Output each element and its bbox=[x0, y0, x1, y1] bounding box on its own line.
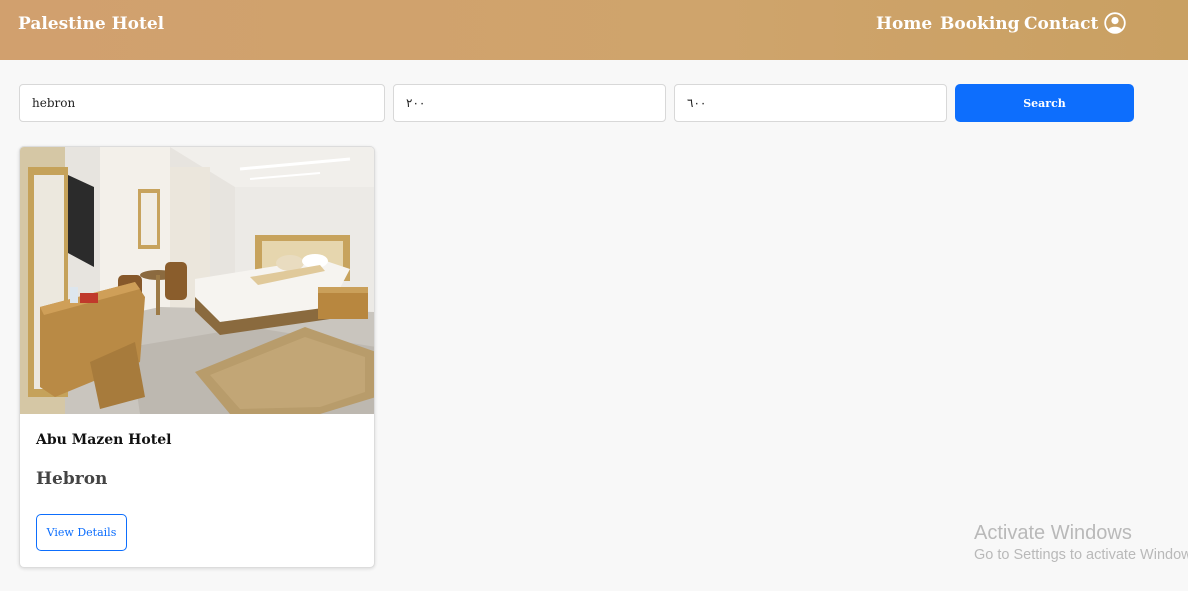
hotel-room-photo bbox=[20, 147, 374, 414]
nav-link-booking[interactable]: Booking bbox=[940, 14, 1020, 34]
hotel-city: Hebron bbox=[36, 469, 108, 489]
hotel-card: Abu Mazen Hotel Hebron View Details bbox=[19, 146, 375, 568]
hotel-name: Abu Mazen Hotel bbox=[36, 432, 172, 448]
view-details-button[interactable]: View Details bbox=[36, 514, 127, 551]
user-circle-icon[interactable] bbox=[1104, 12, 1126, 34]
brand-logo[interactable]: Palestine Hotel bbox=[18, 14, 164, 34]
navbar: Palestine Hotel Home Booking Contact bbox=[0, 0, 1188, 60]
activate-windows-watermark: Activate Windows Go to Settings to activ… bbox=[974, 522, 1188, 563]
min-price-input[interactable] bbox=[393, 84, 666, 122]
nav-link-home[interactable]: Home bbox=[876, 14, 932, 34]
nav-link-contact[interactable]: Contact bbox=[1024, 14, 1098, 34]
watermark-title: Activate Windows bbox=[974, 522, 1132, 544]
search-button[interactable]: Search bbox=[955, 84, 1134, 122]
watermark-subtitle: Go to Settings to activate Windows. bbox=[974, 547, 1188, 563]
max-price-input[interactable] bbox=[674, 84, 947, 122]
city-search-input[interactable] bbox=[19, 84, 385, 122]
